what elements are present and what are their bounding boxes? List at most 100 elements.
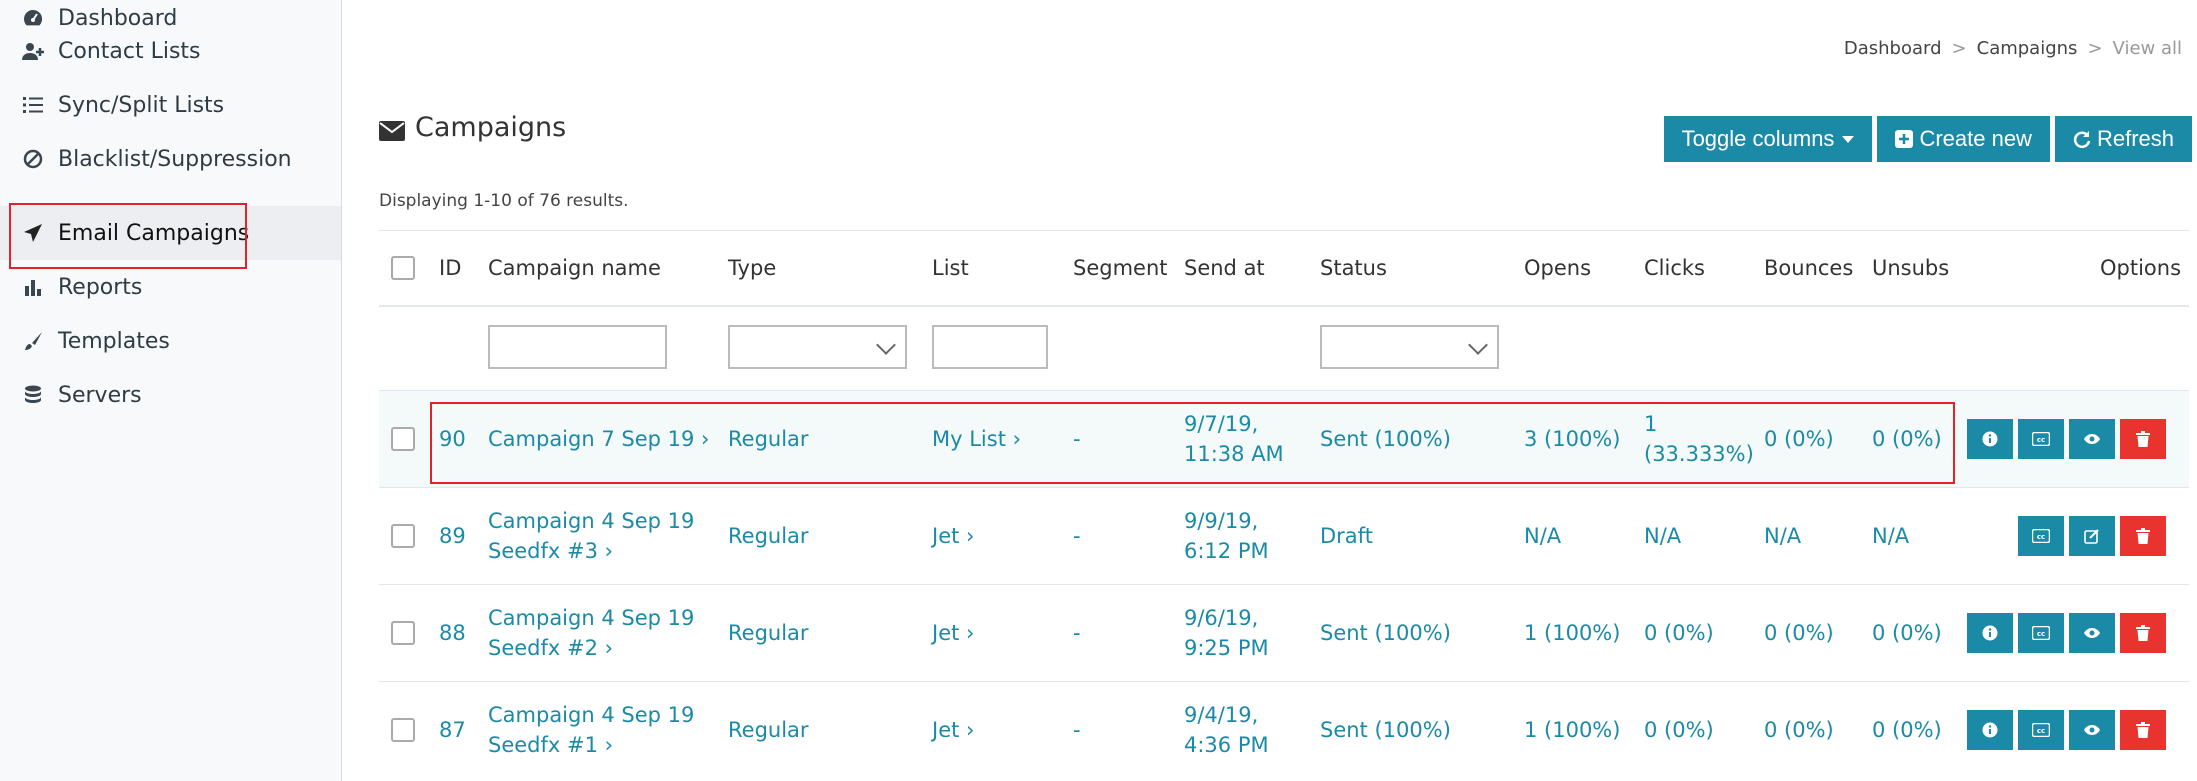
sidebar-item-label: Contact Lists [58, 38, 201, 64]
list-link[interactable]: Jet › [932, 585, 974, 681]
list-link[interactable]: Jet › [932, 682, 974, 778]
cc-icon: cc [2032, 432, 2050, 446]
delete-button[interactable] [2120, 710, 2166, 750]
row-checkbox[interactable] [391, 524, 415, 548]
list-filter-input[interactable] [932, 325, 1048, 369]
sidebar-item-label: Reports [58, 274, 143, 300]
type-filter-select[interactable] [728, 325, 907, 369]
stats-button[interactable]: cc [2018, 516, 2064, 556]
refresh-button[interactable]: Refresh [2054, 116, 2192, 162]
caret-down-icon [1842, 135, 1855, 143]
row-unsubs: 0 (0%) [1872, 621, 1942, 645]
delete-button[interactable] [2120, 516, 2166, 556]
row-status: Draft [1320, 524, 1373, 548]
col-header-unsubs[interactable]: Unsubs [1872, 231, 1949, 305]
sidebar-item-label: Email Campaigns [58, 220, 250, 246]
col-header-campaign-name[interactable]: Campaign name [488, 231, 661, 305]
svg-text:cc: cc [2037, 436, 2045, 444]
edit-button[interactable] [2069, 516, 2115, 556]
info-icon [1982, 722, 1998, 738]
sidebar-item-templates[interactable]: Templates [0, 314, 341, 368]
send-time: 9:25 PM [1184, 636, 1269, 660]
stats-button[interactable]: cc [2018, 613, 2064, 653]
row-checkbox[interactable] [391, 718, 415, 742]
row-send-at: 9/4/19, 4:36 PM [1184, 682, 1269, 778]
list-link[interactable]: Jet › [932, 488, 974, 584]
campaign-name-link[interactable]: Campaign 4 Sep 19 Seedfx #1 › [488, 682, 694, 778]
breadcrumb-campaigns[interactable]: Campaigns [1977, 38, 2078, 59]
row-id[interactable]: 89 [439, 488, 466, 584]
col-header-id[interactable]: ID [439, 231, 461, 305]
col-header-bounces[interactable]: Bounces [1764, 231, 1853, 305]
view-button[interactable] [2069, 419, 2115, 459]
sidebar-item-contact-lists[interactable]: Contact Lists [0, 24, 341, 78]
sidebar-item-sync-split-lists[interactable]: Sync/Split Lists [0, 78, 341, 132]
refresh-icon [2073, 131, 2091, 148]
breadcrumb: Dashboard > Campaigns > View all [1843, 38, 2182, 59]
clicks-count: 1 [1644, 412, 1658, 436]
cc-icon: cc [2032, 626, 2050, 640]
delete-button[interactable] [2120, 613, 2166, 653]
row-id[interactable]: 88 [439, 585, 466, 681]
campaign-name-link[interactable]: Campaign 4 Sep 19 Seedfx #2 › [488, 585, 694, 681]
stats-button[interactable]: cc [2018, 419, 2064, 459]
sidebar-item-blacklist[interactable]: Blacklist/Suppression [0, 132, 341, 186]
row-segment: - [1073, 524, 1081, 548]
breadcrumb-dashboard[interactable]: Dashboard [1844, 38, 1942, 59]
view-button[interactable] [2069, 613, 2115, 653]
row-id[interactable]: 87 [439, 682, 466, 778]
toggle-columns-button[interactable]: Toggle columns [1663, 116, 1873, 162]
info-button[interactable] [1967, 613, 2013, 653]
delete-button[interactable] [2120, 419, 2166, 459]
row-status: Sent (100%) [1320, 427, 1451, 451]
sidebar-item-email-campaigns[interactable]: Email Campaigns [0, 206, 341, 260]
create-new-label: Create new [1919, 126, 2032, 151]
row-opens: N/A [1524, 524, 1562, 548]
row-send-at: 9/6/19, 9:25 PM [1184, 585, 1269, 681]
table-header-row: ID Campaign name Type List Segment Send … [379, 230, 2189, 307]
create-new-button[interactable]: Create new [1877, 116, 2050, 162]
col-header-send-at[interactable]: Send at [1184, 231, 1265, 305]
sidebar: Dashboard Contact Lists Sync/Split Lists… [0, 0, 342, 781]
col-header-status[interactable]: Status [1320, 231, 1387, 305]
row-opens: 3 (100%) [1524, 427, 1621, 451]
row-id[interactable]: 90 [439, 391, 466, 487]
info-button[interactable] [1967, 419, 2013, 459]
view-button[interactable] [2069, 710, 2115, 750]
row-segment: - [1073, 718, 1081, 742]
eye-icon [2084, 628, 2100, 638]
sidebar-item-label: Servers [58, 382, 142, 408]
col-header-segment[interactable]: Segment [1073, 231, 1168, 305]
campaign-name-line2: Seedfx #2 › [488, 636, 614, 660]
paint-brush-icon [22, 330, 44, 352]
sidebar-item-servers[interactable]: Servers [0, 368, 341, 422]
info-button[interactable] [1967, 710, 2013, 750]
toolbar: Toggle columns Create new Refresh [1663, 116, 2192, 162]
campaign-name-link[interactable]: Campaign 4 Sep 19 Seedfx #3 › [488, 488, 694, 584]
info-icon [1982, 625, 1998, 641]
filter-row [379, 307, 2189, 390]
col-header-list[interactable]: List [932, 231, 969, 305]
row-opens: 1 (100%) [1524, 621, 1621, 645]
send-time: 4:36 PM [1184, 733, 1269, 757]
row-clicks: 0 (0%) [1644, 621, 1714, 645]
stats-button[interactable]: cc [2018, 710, 2064, 750]
campaign-name-line1: Campaign 4 Sep 19 [488, 703, 695, 727]
row-send-at: 9/9/19, 6:12 PM [1184, 488, 1269, 584]
row-unsubs: 0 (0%) [1872, 427, 1942, 451]
status-filter-select[interactable] [1320, 325, 1499, 369]
sidebar-item-label: Templates [58, 328, 170, 354]
col-header-opens[interactable]: Opens [1524, 231, 1591, 305]
select-all-checkbox[interactable] [391, 256, 415, 280]
envelope-icon [379, 117, 405, 141]
row-bounces: 0 (0%) [1764, 427, 1834, 451]
list-link[interactable]: My List › [932, 391, 1021, 487]
sidebar-item-reports[interactable]: Reports [0, 260, 341, 314]
col-header-type[interactable]: Type [728, 231, 776, 305]
row-type: Regular [728, 427, 809, 451]
row-checkbox[interactable] [391, 427, 415, 451]
campaign-name-filter-input[interactable] [488, 325, 667, 369]
row-checkbox[interactable] [391, 621, 415, 645]
col-header-clicks[interactable]: Clicks [1644, 231, 1705, 305]
campaign-name-link[interactable]: Campaign 7 Sep 19 › [488, 391, 709, 487]
